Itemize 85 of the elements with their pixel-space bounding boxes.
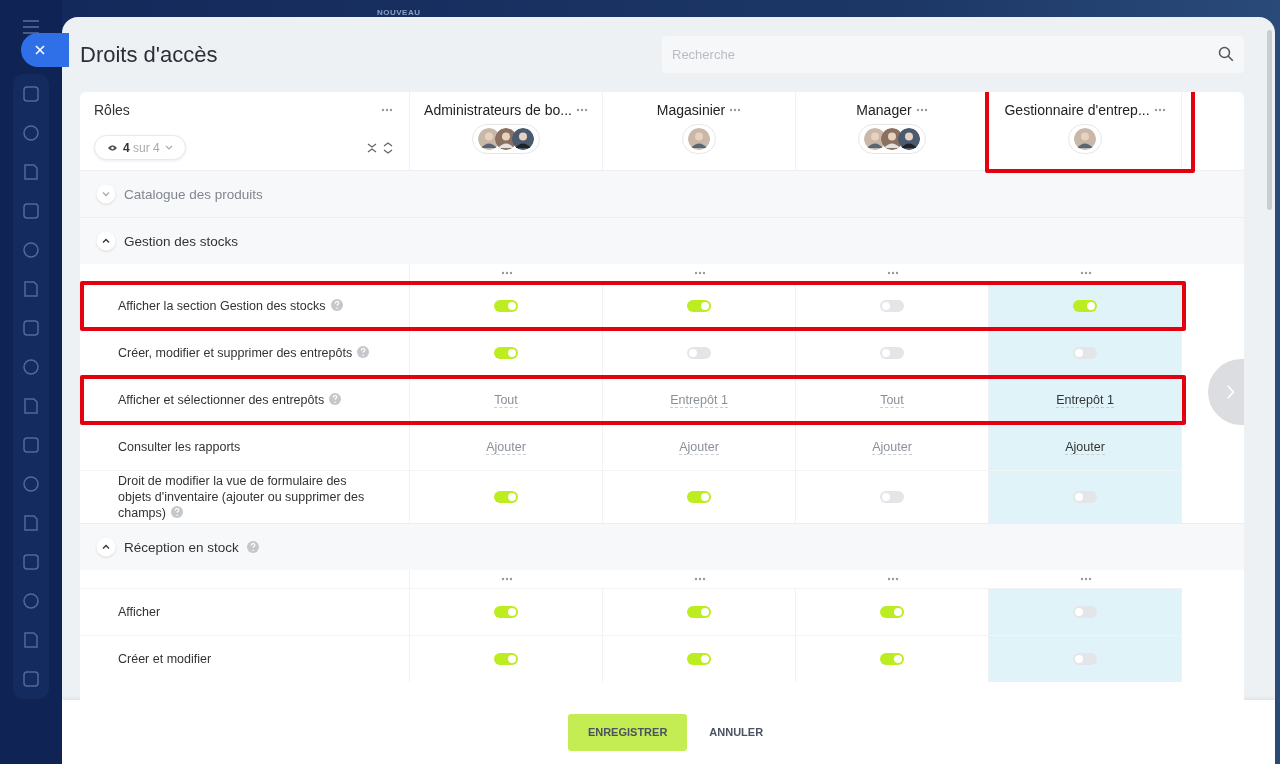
toggle-switch[interactable]	[1073, 653, 1097, 665]
help-icon[interactable]	[357, 346, 370, 358]
permission-label: Afficher la section Gestion des stocks	[118, 298, 343, 314]
more-icon[interactable]	[886, 271, 899, 275]
avatar-group[interactable]	[472, 124, 540, 154]
avatar-group[interactable]	[682, 124, 716, 154]
chevron-down-icon[interactable]	[96, 184, 116, 204]
toggle-switch[interactable]	[1073, 606, 1097, 618]
close-button[interactable]	[21, 33, 69, 67]
toggle-switch[interactable]	[494, 300, 518, 312]
more-icon[interactable]	[500, 271, 513, 275]
role-name: Administrateurs de bo...	[424, 102, 572, 118]
value-link[interactable]: Entrepôt 1	[1056, 392, 1114, 408]
toggle-switch[interactable]	[687, 491, 711, 503]
cancel-button[interactable]: ANNULER	[703, 725, 770, 739]
search-icon[interactable]	[1218, 46, 1234, 62]
menu-icon[interactable]	[22, 20, 40, 34]
more-icon[interactable]	[575, 108, 588, 112]
help-icon[interactable]	[170, 506, 183, 518]
value-link[interactable]: Ajouter	[486, 439, 526, 455]
more-icon[interactable]	[1079, 577, 1092, 581]
permission-label: Créer et modifier	[118, 651, 212, 667]
toggle-switch[interactable]	[687, 347, 711, 359]
avatar-group[interactable]	[858, 124, 926, 154]
toggle-switch[interactable]	[1073, 347, 1097, 359]
chevron-up-icon[interactable]	[96, 231, 116, 251]
toggle-switch[interactable]	[880, 606, 904, 618]
more-icon[interactable]	[1153, 108, 1166, 112]
value-link[interactable]: Ajouter	[679, 439, 719, 455]
role-name: Magasinier	[656, 102, 726, 118]
value-link[interactable]: Entrepôt 1	[670, 392, 728, 408]
more-icon[interactable]	[729, 108, 742, 112]
toggle-switch[interactable]	[687, 653, 711, 665]
toggle-switch[interactable]	[880, 653, 904, 665]
more-icon[interactable]	[886, 577, 899, 581]
more-icon[interactable]	[381, 108, 393, 112]
close-icon	[34, 44, 46, 56]
new-label: NOUVEAU	[377, 8, 421, 17]
collapse-icon[interactable]	[367, 142, 377, 153]
page-title: Droits d'accès	[80, 41, 218, 68]
permission-label: Créer, modifier et supprimer des entrepôts	[118, 345, 370, 361]
toggle-switch[interactable]	[1073, 491, 1097, 503]
help-icon[interactable]	[246, 541, 259, 553]
save-button[interactable]: ENREGISTRER	[567, 713, 688, 751]
value-link[interactable]: Tout	[494, 392, 518, 408]
section-title[interactable]: Catalogue des produits	[124, 186, 263, 202]
next-arrow-button[interactable]	[1208, 359, 1244, 425]
role-filter-button[interactable]: 4 sur 4	[94, 135, 186, 160]
more-icon[interactable]	[693, 577, 706, 581]
toggle-switch[interactable]	[880, 300, 904, 312]
chevron-right-icon	[1225, 384, 1235, 400]
more-icon[interactable]	[915, 108, 928, 112]
toggle-switch[interactable]	[687, 300, 711, 312]
permission-label: Droit de modifier la vue de formulaire des objets d'inventaire (ajouter ou supprimer des champs)	[118, 473, 366, 521]
chevron-down-icon	[164, 145, 173, 150]
value-link[interactable]: Ajouter	[872, 439, 912, 455]
section-title[interactable]: Réception en stock	[124, 539, 239, 555]
toggle-switch[interactable]	[494, 653, 518, 665]
avatar-group[interactable]	[1068, 124, 1102, 154]
search-field[interactable]: Recherche	[662, 36, 1244, 73]
scrollbar[interactable]	[1267, 30, 1272, 210]
help-icon[interactable]	[330, 299, 343, 311]
toggle-switch[interactable]	[687, 606, 711, 618]
more-icon[interactable]	[1079, 271, 1092, 275]
section-title[interactable]: Gestion des stocks	[124, 233, 239, 249]
chevron-up-icon[interactable]	[96, 537, 116, 557]
permission-label: Consulter les rapports	[118, 439, 241, 455]
more-icon[interactable]	[693, 271, 706, 275]
role-name: Gestionnaire d'entrep...	[1004, 102, 1150, 118]
value-link[interactable]: Tout	[880, 392, 904, 408]
toggle-switch[interactable]	[880, 347, 904, 359]
toggle-switch[interactable]	[494, 347, 518, 359]
role-name: Manager	[856, 102, 912, 118]
toggle-switch[interactable]	[494, 491, 518, 503]
help-icon[interactable]	[329, 393, 342, 405]
eye-icon	[107, 143, 118, 152]
toggle-switch[interactable]	[494, 606, 518, 618]
toggle-switch[interactable]	[880, 491, 904, 503]
more-icon[interactable]	[500, 577, 513, 581]
roles-label: Rôles	[94, 102, 130, 118]
expand-icon[interactable]	[383, 141, 393, 154]
value-link[interactable]: Ajouter	[1065, 439, 1105, 455]
permission-label: Afficher et sélectionner des entrepôts	[118, 392, 342, 408]
toggle-switch[interactable]	[1073, 300, 1097, 312]
permission-label: Afficher	[118, 604, 161, 620]
